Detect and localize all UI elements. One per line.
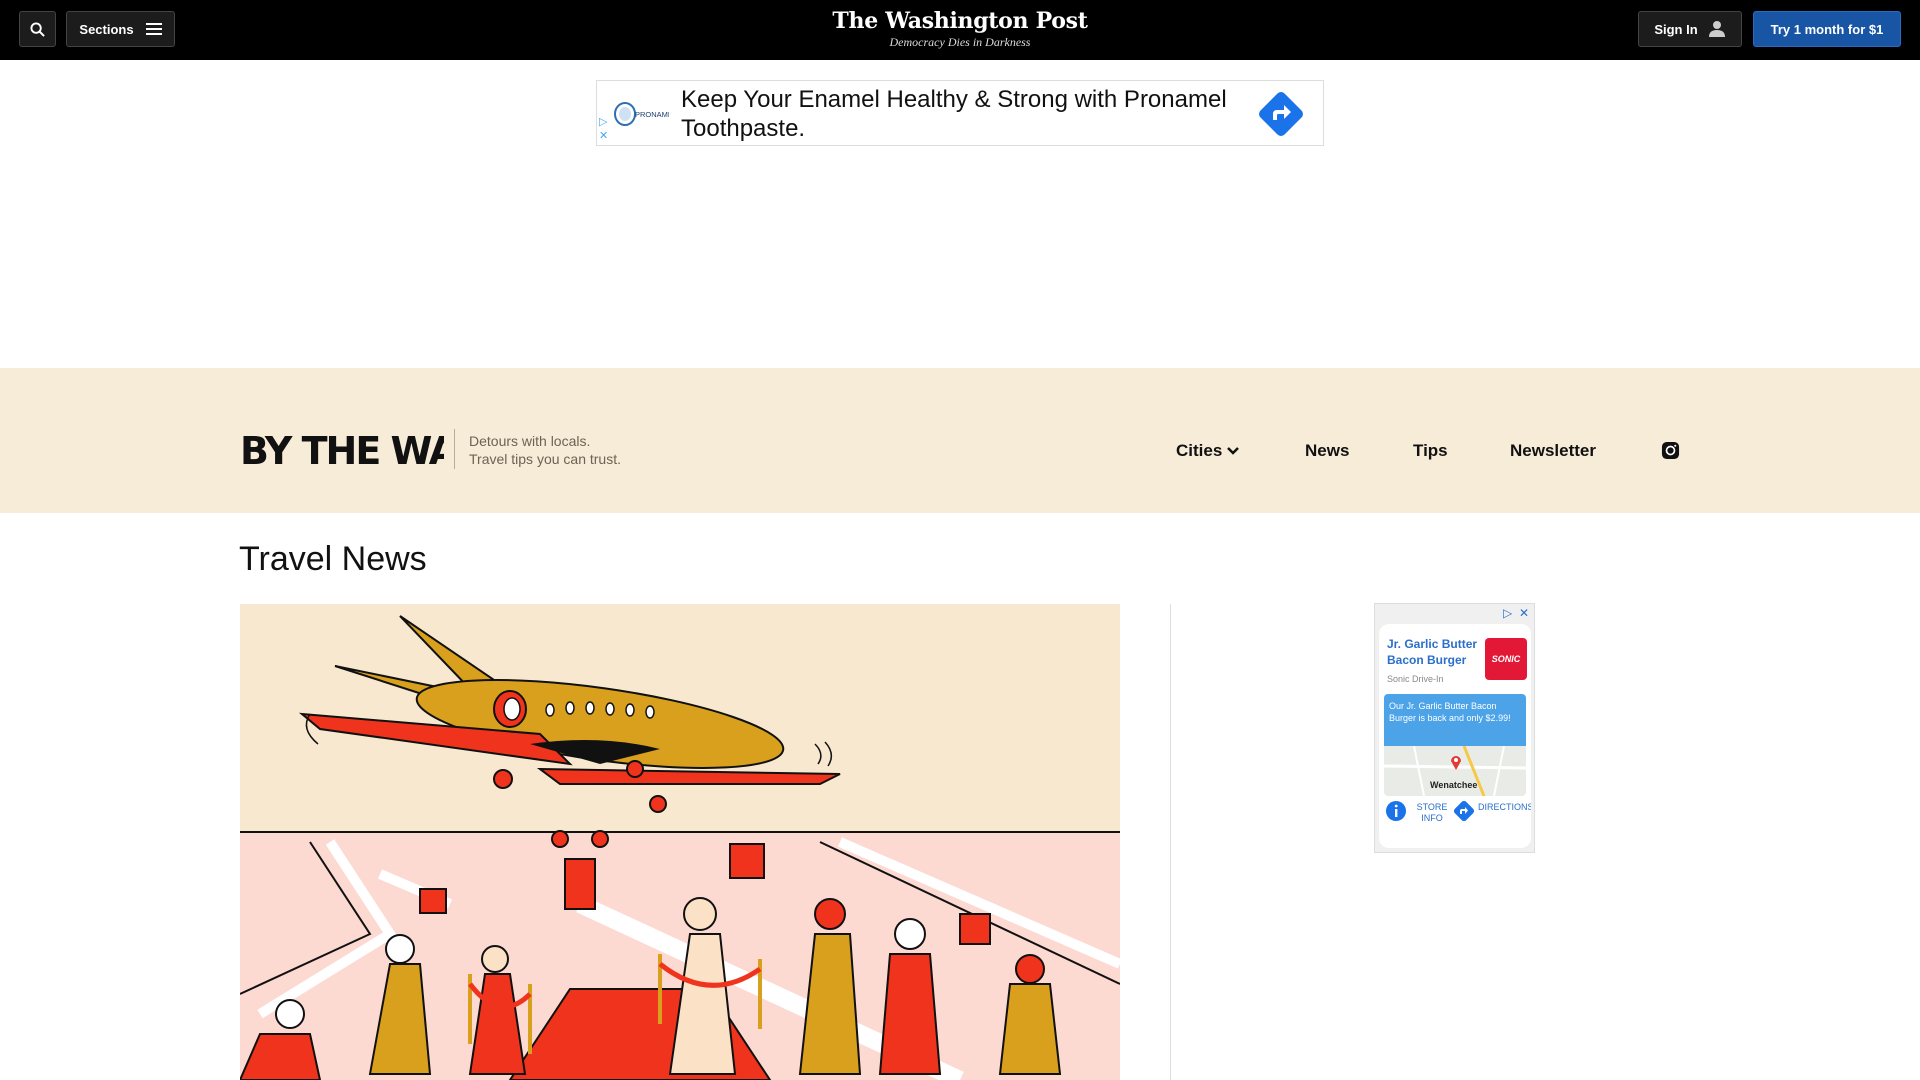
hamburger-icon xyxy=(145,23,162,35)
sidebar-ad[interactable]: ▷ ✕ Jr. Garlic Butter Bacon Burger Sonic… xyxy=(1374,603,1535,853)
ad-choices-icon[interactable]: ▷ xyxy=(1503,606,1512,620)
subscribe-button[interactable]: Try 1 month for $1 xyxy=(1753,11,1901,47)
by-the-way-logo-text: BY THE WAY xyxy=(240,429,444,472)
user-icon xyxy=(1708,21,1725,37)
search-button[interactable] xyxy=(19,11,56,47)
ad-choices-icon[interactable]: ▷ ✕ xyxy=(599,115,608,143)
directions-link[interactable]: DIRECTIONS xyxy=(1478,802,1531,813)
store-info-link[interactable]: STORE INFO xyxy=(1415,802,1449,824)
top-banner-ad[interactable]: PRONAMEL Keep Your Enamel Healthy & Stro… xyxy=(596,80,1324,146)
masthead-logo-link[interactable]: The Washington Post Democracy Dies in Da… xyxy=(760,8,1160,50)
top-navigation-bar: Sections The Washington Post Democracy D… xyxy=(0,0,1920,60)
info-icon[interactable] xyxy=(1385,800,1407,822)
sign-in-button[interactable]: Sign In xyxy=(1638,11,1742,47)
by-the-way-section-header: BY THE WAY Detours with locals. Travel t… xyxy=(0,368,1920,513)
sonic-logo: SONIC xyxy=(1485,638,1527,680)
site-tagline: Democracy Dies in Darkness xyxy=(889,35,1031,49)
nav-tips-link[interactable]: Tips xyxy=(1413,441,1448,461)
map-pin-icon xyxy=(1451,756,1461,770)
close-ad-icon[interactable]: ✕ xyxy=(1519,606,1529,620)
nav-news-link[interactable]: News xyxy=(1305,441,1349,461)
by-the-way-logo[interactable]: BY THE WAY xyxy=(240,428,444,472)
instagram-icon[interactable] xyxy=(1661,441,1680,460)
search-icon xyxy=(30,21,45,37)
sidebar-ad-brand: Sonic Drive-In xyxy=(1387,674,1444,684)
sign-in-label: Sign In xyxy=(1654,21,1698,37)
section-tagline: Detours with locals. Travel tips you can… xyxy=(469,432,621,468)
column-divider xyxy=(1170,604,1171,1080)
sidebar-ad-map[interactable]: Wenatchee xyxy=(1384,746,1526,796)
pronamel-logo-text: PRONAMEL xyxy=(635,110,669,119)
directions-icon[interactable] xyxy=(1453,800,1475,822)
sections-menu-button[interactable]: Sections xyxy=(66,11,175,47)
nav-cities-dropdown[interactable]: Cities xyxy=(1176,441,1240,461)
page-title: Travel News xyxy=(239,540,427,578)
sidebar-ad-card[interactable]: Jr. Garlic Butter Bacon Burger Sonic Dri… xyxy=(1379,624,1531,848)
nav-newsletter-link[interactable]: Newsletter xyxy=(1510,441,1596,461)
sidebar-ad-title[interactable]: Jr. Garlic Butter Bacon Burger xyxy=(1387,636,1482,668)
chevron-down-icon xyxy=(1227,447,1240,455)
pronamel-logo: PRONAMEL xyxy=(614,102,669,126)
airplane-paparazzi-illustration xyxy=(240,604,1120,1080)
site-logo: The Washington Post xyxy=(832,8,1088,34)
map-location-label: Wenatchee xyxy=(1430,780,1478,790)
sidebar-ad-promo: Our Jr. Garlic Butter Bacon Burger is ba… xyxy=(1384,694,1526,746)
nav-cities-label: Cities xyxy=(1176,441,1223,460)
directions-arrow-icon[interactable] xyxy=(1257,90,1305,138)
top-ad-text[interactable]: Keep Your Enamel Healthy & Strong with P… xyxy=(681,85,1241,143)
section-tagline-line2: Travel tips you can trust. xyxy=(469,451,621,467)
logo-divider xyxy=(454,429,455,469)
hero-illustration[interactable] xyxy=(240,604,1120,1080)
section-tagline-line1: Detours with locals. xyxy=(469,433,591,449)
sections-label: Sections xyxy=(79,21,134,37)
